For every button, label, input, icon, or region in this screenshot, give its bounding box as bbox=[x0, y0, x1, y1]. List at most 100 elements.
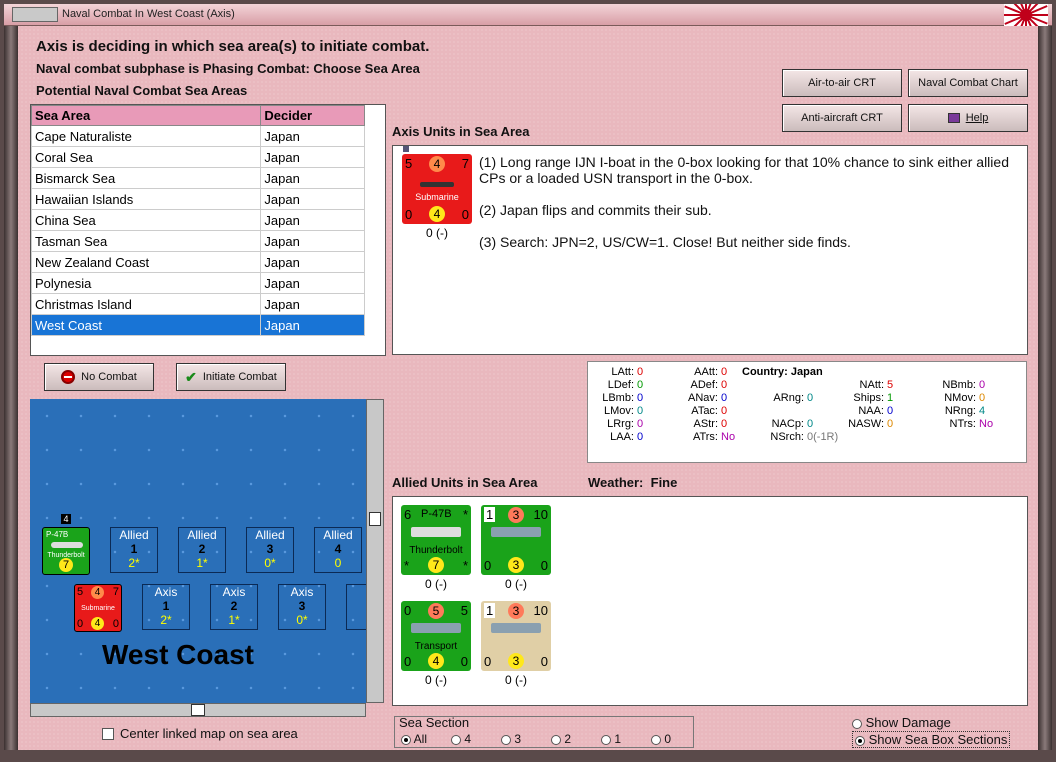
sea-section-radio[interactable] bbox=[551, 734, 561, 745]
no-entry-icon bbox=[61, 370, 76, 384]
air-to-air-crt-button[interactable]: Air-to-air CRT bbox=[782, 69, 902, 97]
decider-cell[interactable]: Japan bbox=[260, 209, 365, 231]
sea-section-option[interactable]: 3 bbox=[501, 732, 551, 746]
no-combat-button[interactable]: No Combat bbox=[44, 363, 154, 391]
decider-cell[interactable]: Japan bbox=[260, 314, 365, 336]
allied-sea-box[interactable]: Allied 1 2* bbox=[110, 527, 158, 573]
v-scroll-thumb[interactable] bbox=[369, 512, 381, 526]
table-row[interactable]: Coral Sea Japan bbox=[30, 146, 365, 168]
sea-section-radio[interactable] bbox=[651, 734, 661, 745]
sea-area-map[interactable]: 4 P-47B Thunderbolt 7 5 4 7 Submarine 0 … bbox=[30, 399, 366, 703]
decider-cell[interactable]: Japan bbox=[260, 125, 365, 147]
table-row[interactable]: Hawaiian Islands Japan bbox=[30, 188, 365, 210]
stat-item: ATac: 0 bbox=[691, 405, 728, 417]
box-search: 2* bbox=[128, 556, 140, 570]
sea-section-group: Sea Section All 4 3 2 1 0 bbox=[394, 715, 694, 748]
sea-area-cell[interactable]: Cape Naturaliste bbox=[30, 125, 262, 147]
allied-unit-counter[interactable]: 0 5 5 Transport 0 4 0 bbox=[401, 601, 471, 671]
stat-item: LAtt: 0 bbox=[611, 366, 644, 378]
axis-sea-box[interactable]: Axis 2 1* bbox=[210, 584, 258, 630]
sea-area-cell[interactable]: Bismarck Sea bbox=[30, 167, 262, 189]
window-title: Naval Combat In West Coast (Axis) bbox=[62, 8, 235, 20]
sea-area-cell[interactable]: West Coast bbox=[30, 314, 262, 336]
sea-section-option[interactable]: 2 bbox=[551, 732, 601, 746]
stat-item: LDef: 0 bbox=[607, 379, 644, 391]
table-row[interactable]: Christmas Island Japan bbox=[30, 293, 365, 315]
decider-cell[interactable]: Japan bbox=[260, 251, 365, 273]
axis-submarine-counter[interactable]: 5 4 7 Submarine 0 4 0 bbox=[402, 154, 472, 224]
decider-cell[interactable]: Japan bbox=[260, 293, 365, 315]
stat-item: NBmb: 0 bbox=[942, 379, 986, 391]
table-row[interactable]: Tasman Sea Japan bbox=[30, 230, 365, 252]
decider-cell[interactable]: Japan bbox=[260, 188, 365, 210]
allied-sea-box[interactable]: Allied 3 0* bbox=[246, 527, 294, 573]
ship-icon bbox=[491, 623, 541, 633]
stat-item: NAA: 0 bbox=[858, 405, 894, 417]
sea-section-radio[interactable] bbox=[451, 734, 461, 745]
decider-cell[interactable]: Japan bbox=[260, 146, 365, 168]
map-vertical-scrollbar[interactable] bbox=[366, 399, 384, 703]
show-sea-box-radio[interactable] bbox=[855, 735, 865, 746]
box-search: 2* bbox=[160, 613, 172, 627]
sea-section-option[interactable]: 0 bbox=[651, 732, 701, 746]
sea-section-option[interactable]: 4 bbox=[451, 732, 501, 746]
allied-sea-box[interactable]: Allied 4 0 bbox=[314, 527, 362, 573]
box-number: 2 bbox=[230, 599, 238, 613]
box-label: Axis bbox=[154, 585, 178, 599]
decider-cell[interactable]: Japan bbox=[260, 272, 365, 294]
show-sea-box-option[interactable]: Show Sea Box Sections bbox=[852, 731, 1011, 748]
naval-combat-chart-button[interactable]: Naval Combat Chart bbox=[908, 69, 1028, 97]
center-map-checkbox[interactable]: Center linked map on sea area bbox=[102, 726, 298, 741]
axis-sea-box[interactable]: Axis 1 2* bbox=[142, 584, 190, 630]
sea-section-radio[interactable] bbox=[401, 734, 411, 745]
col-decider[interactable]: Decider bbox=[260, 105, 365, 126]
box-label: Allied bbox=[323, 528, 353, 542]
map-submarine-counter[interactable]: 5 4 7 Submarine 0 4 0 bbox=[74, 584, 122, 632]
initiate-combat-button[interactable]: ✔ Initiate Combat bbox=[176, 363, 286, 391]
decider-cell[interactable]: Japan bbox=[260, 167, 365, 189]
map-p47-counter[interactable]: P-47B Thunderbolt 7 bbox=[42, 527, 90, 575]
checkbox-box[interactable] bbox=[102, 727, 114, 740]
sea-area-cell[interactable]: Polynesia bbox=[30, 272, 262, 294]
box-label: Allied bbox=[119, 528, 149, 542]
sea-area-cell[interactable]: China Sea bbox=[30, 209, 262, 231]
stat-item: NTrs: No bbox=[949, 418, 994, 430]
sea-section-radio[interactable] bbox=[501, 734, 511, 745]
table-row[interactable]: Cape Naturaliste Japan bbox=[30, 125, 365, 147]
decider-cell[interactable]: Japan bbox=[260, 230, 365, 252]
col-sea-area[interactable]: Sea Area bbox=[30, 105, 262, 126]
sea-area-cell[interactable]: Hawaiian Islands bbox=[30, 188, 262, 210]
map-horizontal-scrollbar[interactable] bbox=[30, 703, 366, 717]
help-button[interactable]: Help bbox=[908, 104, 1028, 132]
sea-area-cell[interactable]: Tasman Sea bbox=[30, 230, 262, 252]
allied-unit-counter[interactable]: 1 3 10 0 3 0 bbox=[481, 505, 551, 575]
sea-area-cell[interactable]: Coral Sea bbox=[30, 146, 262, 168]
table-row[interactable]: New Zealand Coast Japan bbox=[30, 251, 365, 273]
axis-sub-status: 0 (-) bbox=[426, 226, 448, 240]
sea-area-cell[interactable]: Christmas Island bbox=[30, 293, 262, 315]
show-damage-option[interactable]: Show Damage bbox=[852, 715, 951, 730]
box-number: 3 bbox=[266, 542, 274, 556]
system-menu-button[interactable] bbox=[12, 7, 58, 22]
show-damage-radio[interactable] bbox=[852, 718, 862, 729]
axis-sea-box[interactable]: Axis 3 0* bbox=[278, 584, 326, 630]
sea-section-option[interactable]: All bbox=[401, 732, 451, 746]
stat-item: NAtt: 5 bbox=[859, 379, 894, 391]
box-search: 1* bbox=[196, 556, 208, 570]
anti-aircraft-crt-button[interactable]: Anti-aircraft CRT bbox=[782, 104, 902, 132]
h-scroll-thumb[interactable] bbox=[191, 704, 205, 716]
naval-combat-window: Naval Combat In West Coast (Axis) Axis i… bbox=[0, 0, 1056, 762]
sea-section-radio[interactable] bbox=[601, 734, 611, 745]
sea-area-cell[interactable]: New Zealand Coast bbox=[30, 251, 262, 273]
table-row[interactable]: Bismarck Sea Japan bbox=[30, 167, 365, 189]
allied-sea-box[interactable]: Allied 2 1* bbox=[178, 527, 226, 573]
axis-sea-box[interactable]: A bbox=[346, 584, 366, 630]
box-search: 1* bbox=[228, 613, 240, 627]
allied-unit-counter[interactable]: 6 P-47B * Thunderbolt * 7 * bbox=[401, 505, 471, 575]
sea-section-option[interactable]: 1 bbox=[601, 732, 651, 746]
allied-unit-counter[interactable]: 1 3 10 0 3 0 bbox=[481, 601, 551, 671]
stat-item: NMov: 0 bbox=[944, 392, 986, 404]
table-row[interactable]: China Sea Japan bbox=[30, 209, 365, 231]
table-row[interactable]: Polynesia Japan bbox=[30, 272, 365, 294]
table-row[interactable]: West Coast Japan bbox=[30, 314, 365, 336]
